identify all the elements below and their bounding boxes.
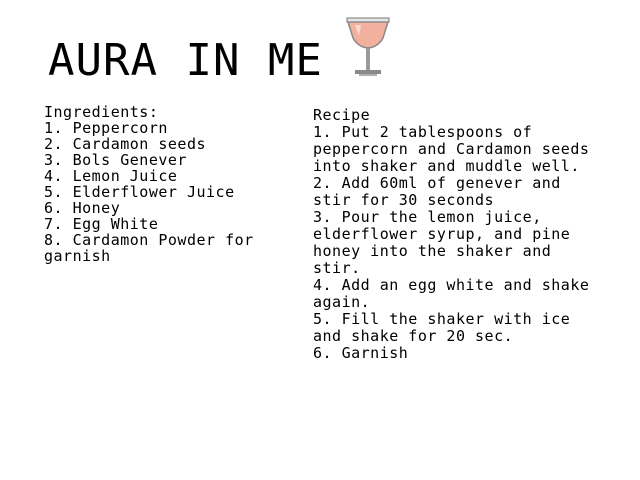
- page-title: AURA IN ME: [48, 35, 323, 86]
- recipe-step: 3. Pour the lemon juice, elderflower syr…: [313, 208, 571, 277]
- ingredient-item: 6. Honey: [44, 199, 121, 217]
- cocktail-glass-icon: [346, 17, 390, 76]
- recipe-steps: Recipe 1. Put 2 tablespoons of peppercor…: [313, 107, 608, 362]
- ingredient-item: 4. Lemon Juice: [44, 167, 178, 185]
- ingredient-item: 5. Elderflower Juice: [44, 183, 235, 201]
- recipe-step: 1. Put 2 tablespoons of peppercorn and C…: [313, 123, 590, 175]
- ingredient-item: 3. Bols Genever: [44, 151, 187, 169]
- ingredient-item: 1. Peppercorn: [44, 119, 168, 137]
- ingredient-item: 7. Egg White: [44, 215, 159, 233]
- recipe-heading: Recipe: [313, 106, 371, 124]
- ingredient-item: 2. Cardamon seeds: [44, 135, 207, 153]
- recipe-step: 6. Garnish: [313, 344, 409, 362]
- ingredients-heading: Ingredients:: [44, 103, 159, 121]
- recipe-step: 5. Fill the shaker with ice and shake fo…: [313, 310, 571, 345]
- recipe-step: 2. Add 60ml of genever and stir for 30 s…: [313, 174, 561, 209]
- ingredients-list: Ingredients: 1. Peppercorn 2. Cardamon s…: [44, 104, 294, 264]
- recipe-step: 4. Add an egg white and shake again.: [313, 276, 590, 311]
- ingredient-item: 8. Cardamon Powder for garnish: [44, 231, 254, 265]
